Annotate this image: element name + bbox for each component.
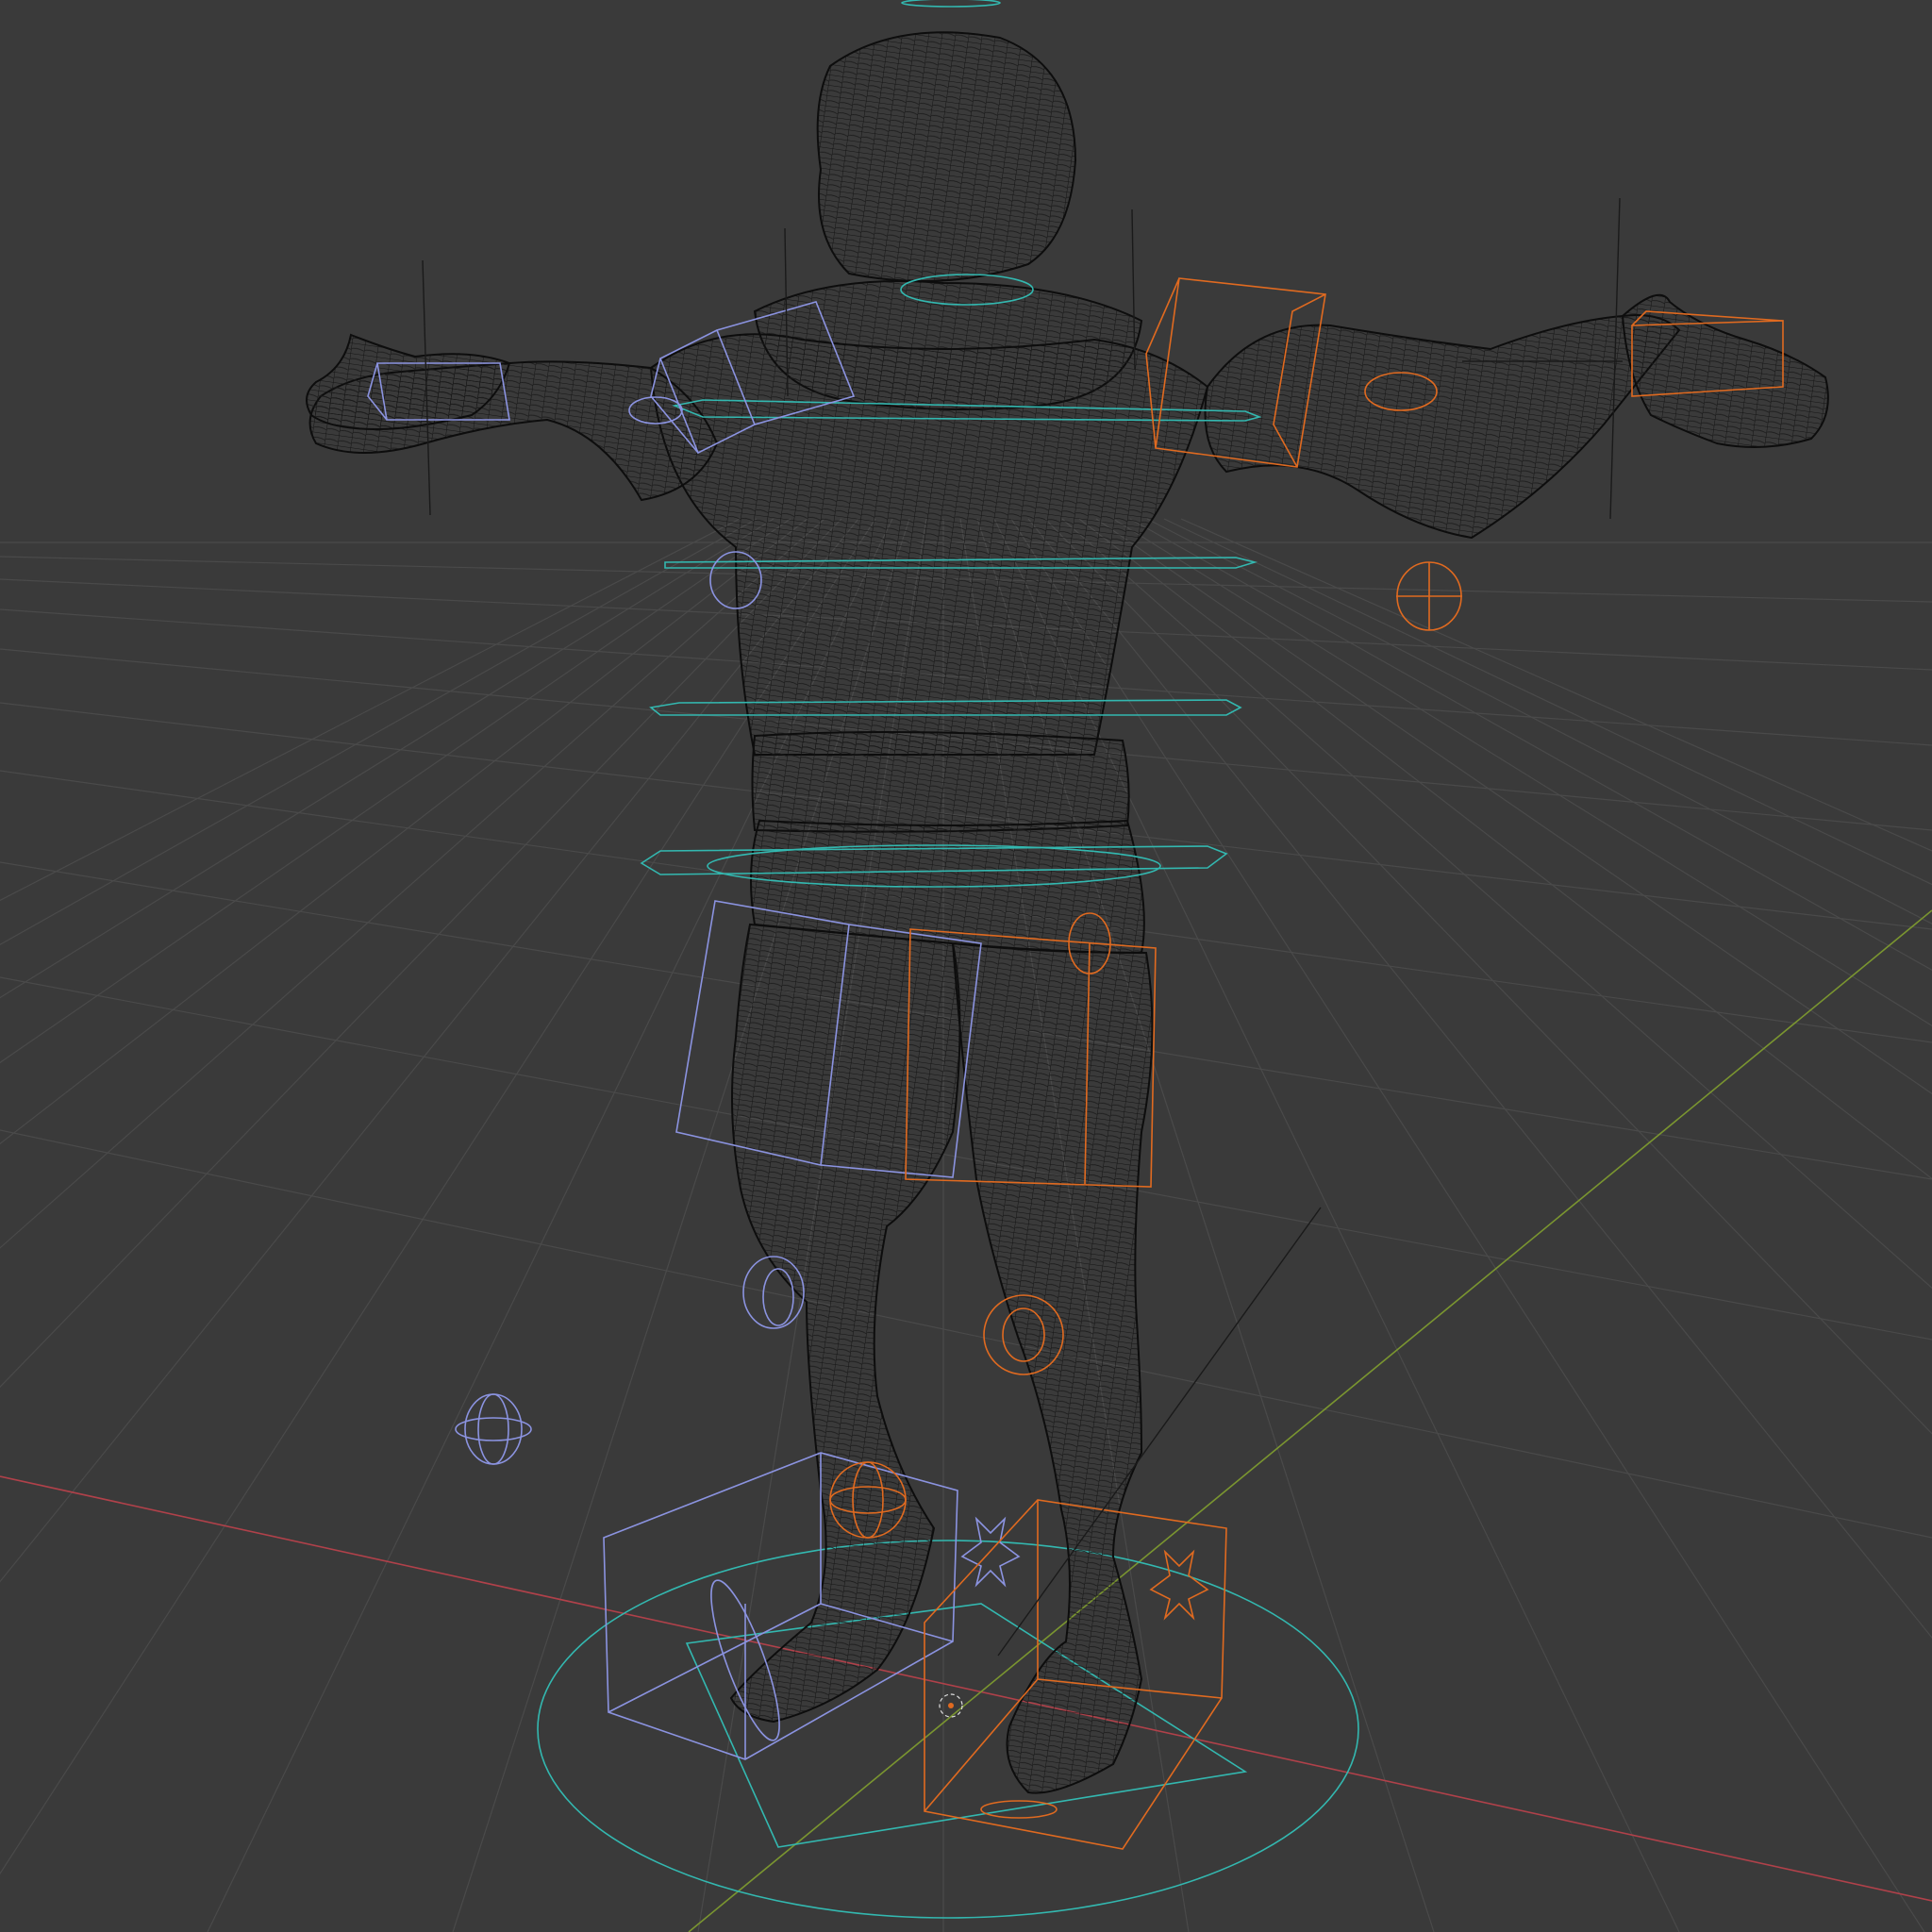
right-foot-roll[interactable] xyxy=(1149,1549,1209,1621)
grid-line xyxy=(1180,518,1932,852)
grid-line xyxy=(1044,518,1932,1435)
head-mesh[interactable] xyxy=(816,31,1077,282)
grid-line xyxy=(1061,518,1932,1290)
right-elbow-pole[interactable] xyxy=(1396,561,1462,631)
grid-line xyxy=(0,518,876,1875)
grid-line xyxy=(0,518,791,1064)
grid-line xyxy=(1010,518,1925,1932)
grid-line xyxy=(0,518,842,1389)
right-heel-ring[interactable] xyxy=(980,1800,1058,1819)
right-hand-mesh[interactable] xyxy=(1621,293,1829,448)
viewport-scene[interactable] xyxy=(0,0,1932,1932)
grid-line xyxy=(0,518,859,1583)
character-mesh[interactable] xyxy=(306,31,1829,1794)
grid-line xyxy=(0,1129,1932,1539)
grid-line xyxy=(0,518,758,946)
right-arm-mesh[interactable] xyxy=(1204,314,1681,540)
grid-line xyxy=(1095,518,1932,1095)
belt-mesh[interactable] xyxy=(751,731,1130,833)
left-knee-pole[interactable] xyxy=(742,1256,805,1329)
3d-viewport[interactable] xyxy=(0,0,1932,1932)
grid-line xyxy=(0,518,774,999)
grid-line xyxy=(1146,518,1932,924)
right-leg-mesh[interactable] xyxy=(951,941,1154,1794)
grid-line xyxy=(1112,518,1932,1027)
grid-line xyxy=(0,518,808,1145)
grid-line xyxy=(0,518,741,902)
torso-mesh[interactable] xyxy=(649,333,1209,756)
left-leg-mesh[interactable] xyxy=(729,923,961,1724)
grid-line xyxy=(0,518,825,1249)
left-ik-target[interactable] xyxy=(455,1393,532,1465)
